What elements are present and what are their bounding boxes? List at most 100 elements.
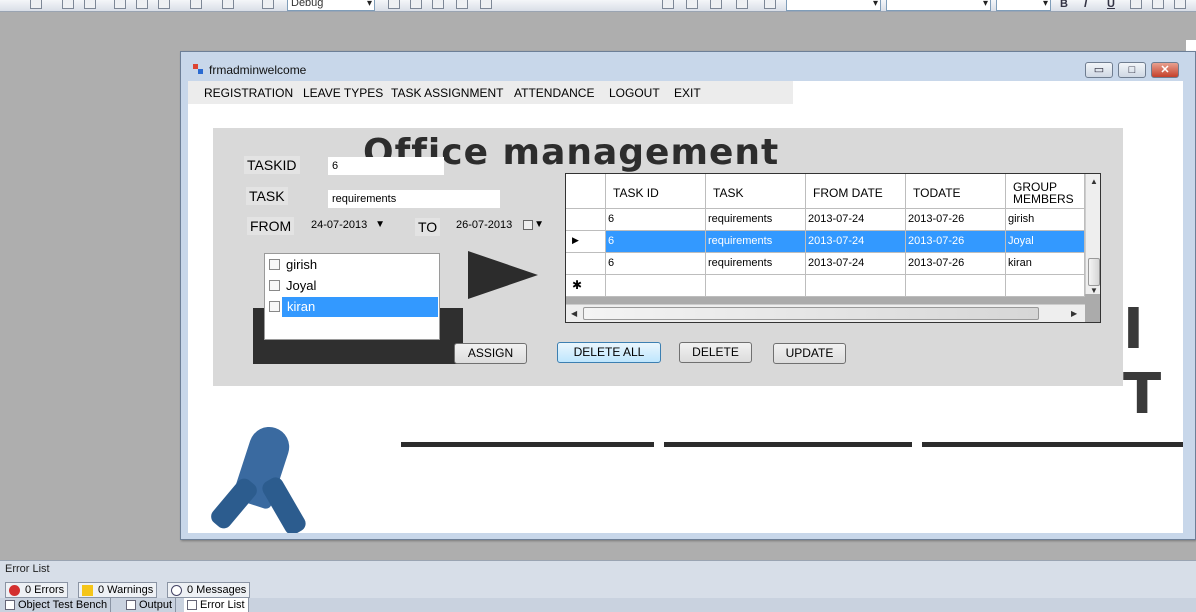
scroll-down-icon[interactable]: ▼	[1090, 286, 1098, 295]
menu-leave-types[interactable]: LEAVE TYPES	[303, 86, 383, 100]
find-icon[interactable]	[388, 0, 400, 9]
current-row-indicator-icon[interactable]: ▶	[566, 231, 606, 253]
save-icon[interactable]	[62, 0, 74, 9]
menu-logout[interactable]: LOGOUT	[609, 86, 660, 100]
member-item-kiran[interactable]: kiran	[266, 297, 438, 317]
table-cell[interactable]: 6	[606, 253, 706, 275]
table-cell[interactable]: kiran	[1006, 253, 1085, 275]
scroll-thumb[interactable]	[583, 307, 1039, 320]
scroll-right-icon[interactable]: ▶	[1071, 309, 1077, 318]
delete-all-button[interactable]: DELETE ALL	[557, 342, 661, 363]
column-header-fromdate[interactable]: FROM DATE	[806, 174, 906, 209]
undo-icon[interactable]	[190, 0, 202, 9]
window-icon[interactable]	[480, 0, 492, 9]
align-right-icon[interactable]	[1174, 0, 1186, 9]
horizontal-scrollbar[interactable]: ◀ ▶	[566, 304, 1085, 322]
minimize-button[interactable]: ▭	[1085, 62, 1113, 78]
table-cell[interactable]: girish	[1006, 209, 1085, 231]
row-header[interactable]	[566, 253, 606, 275]
member-item-girish[interactable]: girish	[266, 255, 438, 275]
assign-button[interactable]: ASSIGN	[454, 343, 527, 364]
scroll-up-icon[interactable]: ▲	[1090, 177, 1098, 186]
bold-button[interactable]: B	[1060, 0, 1068, 10]
task-field[interactable]: requirements	[328, 190, 500, 208]
row-header[interactable]	[566, 209, 606, 231]
group-members-checklist[interactable]: girish Joyal kiran	[264, 253, 440, 340]
menu-exit[interactable]: EXIT	[674, 86, 701, 100]
lock-icon[interactable]	[764, 0, 776, 9]
update-button[interactable]: UPDATE	[773, 343, 846, 364]
vertical-scrollbar[interactable]: ▲ ▼	[1085, 174, 1100, 295]
tab-object-test-bench[interactable]: Object Test Bench	[2, 598, 112, 612]
menu-attendance[interactable]: ATTENDANCE	[514, 86, 594, 100]
font-style-combo[interactable]	[886, 0, 991, 11]
maximize-button[interactable]: □	[1118, 62, 1146, 78]
table-cell[interactable]: 2013-07-26	[906, 209, 1006, 231]
warnings-filter-button[interactable]: 0 Warnings	[78, 582, 158, 598]
table-cell[interactable]	[1006, 275, 1085, 297]
dropdown-arrow-icon[interactable]: ▼	[534, 219, 544, 230]
order-icon[interactable]	[736, 0, 748, 9]
menu-task-assignment[interactable]: TASK ASSIGNMENT	[391, 86, 503, 100]
from-date-picker[interactable]: 24-07-2013 ▼	[309, 216, 389, 236]
toolbox-icon[interactable]	[432, 0, 444, 9]
object-browser-icon[interactable]	[456, 0, 468, 9]
table-cell[interactable]: requirements	[706, 209, 806, 231]
spacing-icon[interactable]	[686, 0, 698, 9]
taskid-field[interactable]: 6	[328, 157, 444, 175]
table-cell[interactable]	[906, 275, 1006, 297]
column-header-task[interactable]: TASK	[706, 174, 806, 209]
table-cell[interactable]	[806, 275, 906, 297]
close-button[interactable]: ✕	[1151, 62, 1179, 78]
grid-corner-header[interactable]	[566, 174, 606, 209]
new-project-icon[interactable]	[30, 0, 42, 9]
align-center-icon[interactable]	[1152, 0, 1164, 9]
save-all-icon[interactable]	[84, 0, 96, 9]
copy-icon[interactable]	[136, 0, 148, 9]
table-cell[interactable]: 6	[606, 209, 706, 231]
menu-registration[interactable]: REGISTRATION	[204, 86, 293, 100]
table-cell[interactable]	[606, 275, 706, 297]
tab-error-list[interactable]: Error List	[184, 598, 249, 612]
column-header-groupmembers[interactable]: GROUP MEMBERS	[1006, 174, 1085, 209]
properties-icon[interactable]	[410, 0, 422, 9]
paste-icon[interactable]	[158, 0, 170, 9]
solution-config-combo[interactable]: Debug	[287, 0, 375, 11]
tab-output[interactable]: Output	[123, 598, 177, 612]
checkbox[interactable]	[269, 280, 280, 291]
cut-icon[interactable]	[114, 0, 126, 9]
table-cell[interactable]	[706, 275, 806, 297]
messages-filter-button[interactable]: 0 Messages	[167, 582, 251, 598]
dropdown-arrow-icon[interactable]: ▼	[375, 219, 385, 230]
italic-button[interactable]: I	[1084, 0, 1087, 10]
scroll-left-icon[interactable]: ◀	[571, 309, 577, 318]
font-size-combo[interactable]	[996, 0, 1051, 11]
table-cell[interactable]: 2013-07-26	[906, 253, 1006, 275]
checkbox[interactable]	[269, 259, 280, 270]
underline-button[interactable]: U	[1107, 0, 1115, 10]
errors-filter-button[interactable]: 0 Errors	[5, 582, 69, 598]
checkbox[interactable]	[269, 301, 280, 312]
table-cell[interactable]: 2013-07-26	[906, 231, 1006, 253]
member-item-joyal[interactable]: Joyal	[266, 276, 438, 296]
start-debug-icon[interactable]	[262, 0, 274, 9]
calendar-icon[interactable]	[523, 220, 533, 230]
align-left-icon[interactable]	[1130, 0, 1142, 9]
table-cell[interactable]: 6	[606, 231, 706, 253]
format-icon[interactable]	[710, 0, 722, 9]
align-icon[interactable]	[662, 0, 674, 9]
to-date-picker[interactable]: 26-07-2013 ▼	[454, 216, 548, 236]
new-row-icon[interactable]: ✱	[566, 275, 606, 297]
delete-button[interactable]: DELETE	[679, 342, 752, 363]
table-cell[interactable]: 2013-07-24	[806, 253, 906, 275]
table-cell[interactable]: 2013-07-24	[806, 209, 906, 231]
font-name-combo[interactable]	[786, 0, 881, 11]
table-cell[interactable]: requirements	[706, 231, 806, 253]
column-header-todate[interactable]: TODATE	[906, 174, 1006, 209]
table-cell[interactable]: requirements	[706, 253, 806, 275]
task-grid[interactable]: TASK ID TASK FROM DATE TODATE GROUP MEMB…	[565, 173, 1101, 323]
table-cell[interactable]: 2013-07-24	[806, 231, 906, 253]
column-header-taskid[interactable]: TASK ID	[606, 174, 706, 209]
table-cell[interactable]: Joyal	[1006, 231, 1085, 253]
redo-icon[interactable]	[222, 0, 234, 9]
